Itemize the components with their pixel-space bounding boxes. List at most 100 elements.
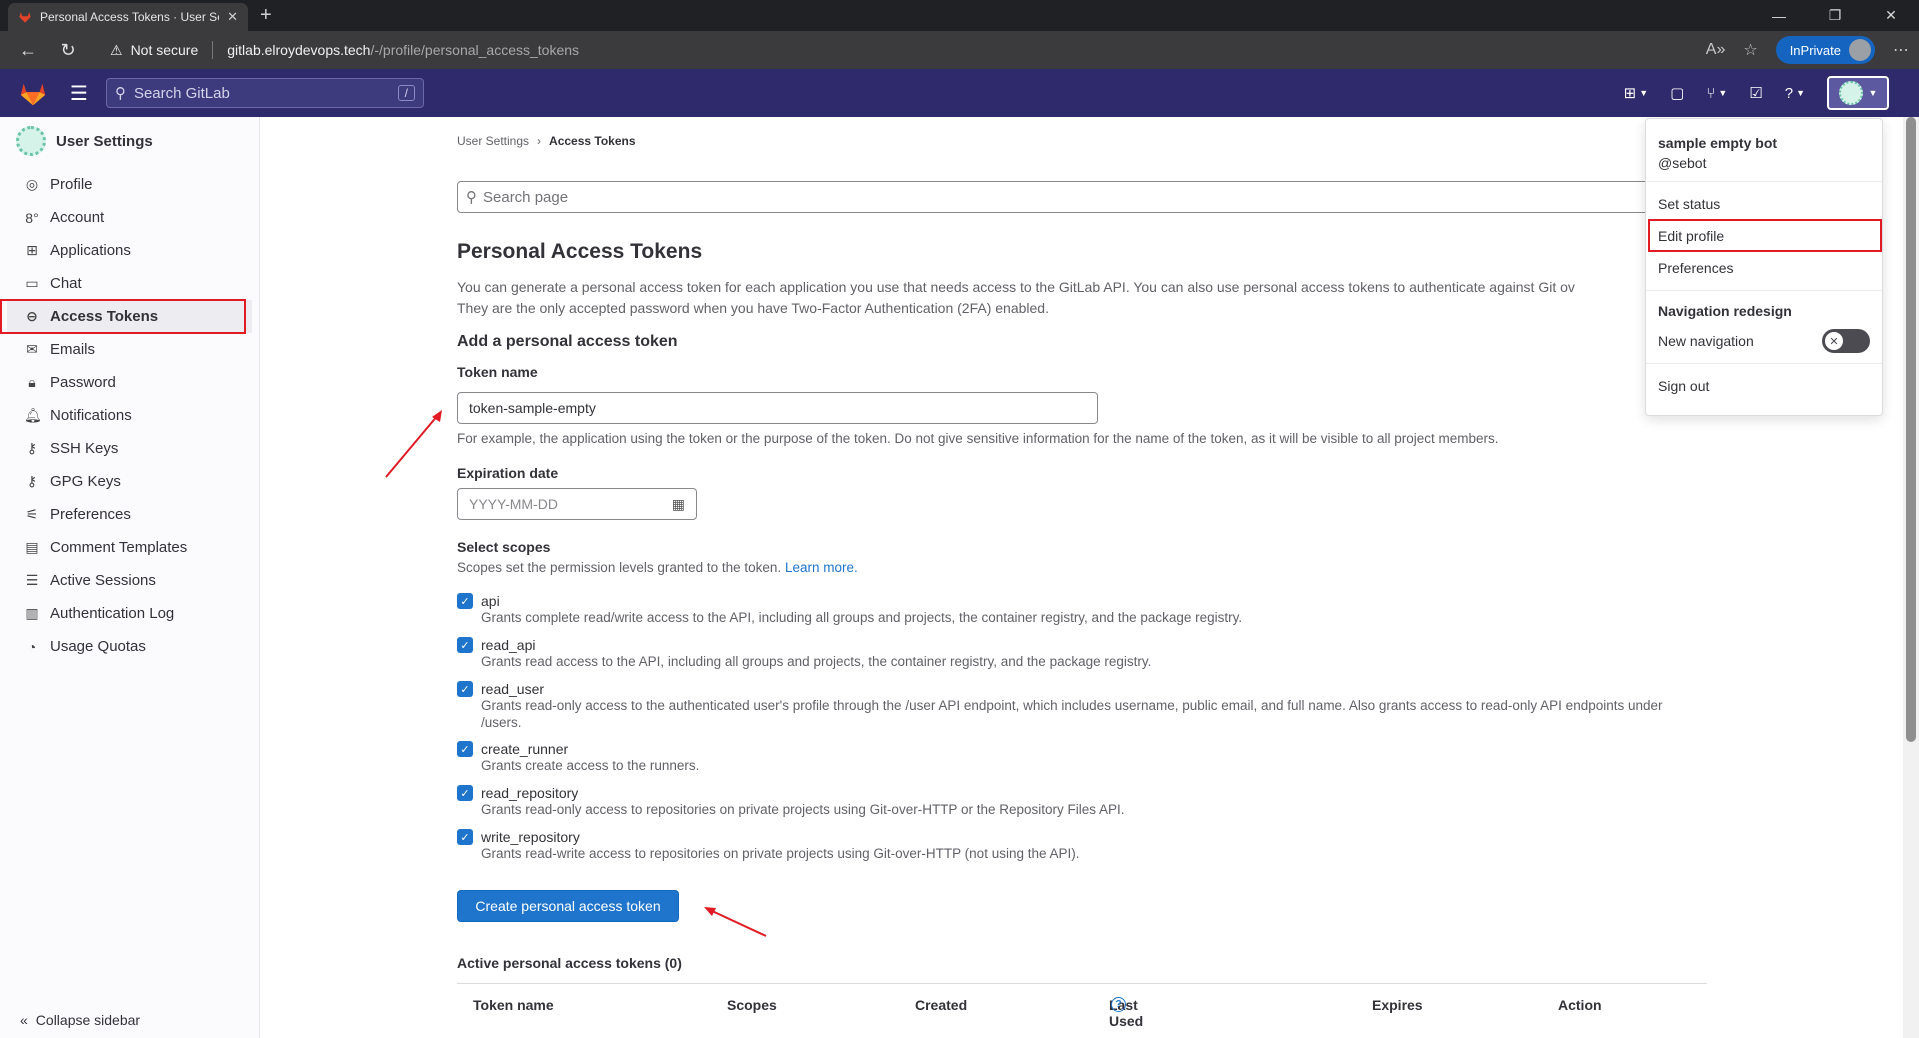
account-icon: 8°: [25, 209, 39, 226]
scopes-label: Select scopes: [457, 539, 551, 555]
sidebar-item-gpg-keys[interactable]: ⚷ GPG Keys: [0, 465, 259, 498]
breadcrumb: User Settings › Access Tokens: [457, 134, 636, 148]
add-token-heading: Add a personal access token: [457, 333, 678, 350]
checkbox-read-api[interactable]: ✓: [457, 637, 473, 653]
gitlab-search-input[interactable]: ⚲ Search GitLab /: [105, 78, 424, 108]
favorite-star-icon[interactable]: ☆: [1743, 40, 1757, 60]
scope-name: read_user: [481, 681, 545, 697]
scope-read-user: ✓ read_user Grants read-only access to th…: [457, 681, 1717, 731]
scope-api: ✓ api Grants complete read/write access t…: [457, 593, 1717, 626]
inprivate-button[interactable]: InPrivate: [1775, 36, 1875, 64]
collapse-sidebar-button[interactable]: « Collapse sidebar: [20, 1012, 140, 1028]
sidebar-item-active-sessions[interactable]: ☰ Active Sessions: [0, 564, 259, 597]
nav-redesign-heading: Navigation redesign: [1658, 303, 1792, 319]
sidebar-item-label: SSH Keys: [50, 440, 119, 457]
sidebar-item-profile[interactable]: ◎ Profile: [0, 168, 259, 201]
checkbox-write-repository[interactable]: ✓: [457, 829, 473, 845]
search-page-placeholder: Search page: [483, 188, 569, 206]
col-token-name[interactable]: Token name: [473, 997, 554, 1013]
key-icon: ⚷: [26, 440, 38, 456]
page-title: Personal Access Tokens: [457, 240, 703, 263]
checkbox-read-user[interactable]: ✓: [457, 681, 473, 697]
new-tab-icon[interactable]: +: [260, 4, 272, 27]
question-icon[interactable]: ?: [1111, 997, 1126, 1012]
sessions-icon: ☰: [25, 572, 39, 588]
page-scrollbar[interactable]: [1903, 117, 1919, 1038]
refresh-icon[interactable]: ↻: [48, 40, 88, 61]
more-icon[interactable]: ⋯: [1893, 40, 1909, 60]
token-name-value: token-sample-empty: [469, 400, 596, 416]
expiration-placeholder: YYYY-MM-DD: [469, 496, 558, 512]
edit-profile-item[interactable]: Edit profile: [1646, 219, 1882, 252]
gitlab-logo-icon[interactable]: [18, 78, 48, 108]
sidebar-item-preferences[interactable]: ⚟ Preferences: [0, 498, 259, 531]
sidebar-item-ssh-keys[interactable]: ⚷ SSH Keys: [0, 432, 259, 465]
scope-desc: Grants create access to the runners.: [481, 758, 700, 773]
inprivate-label: InPrivate: [1789, 42, 1841, 58]
token-name-input[interactable]: token-sample-empty: [457, 392, 1098, 424]
url-field[interactable]: ⚠ Not secure gitlab.elroydevops.tech/-/p…: [110, 41, 579, 59]
tab-close-icon[interactable]: ✕: [227, 9, 238, 25]
sidebar-item-label: Account: [50, 209, 105, 226]
learn-more-link[interactable]: Learn more.: [785, 560, 858, 575]
close-window-icon[interactable]: ✕: [1863, 0, 1919, 31]
col-created[interactable]: Created: [915, 997, 967, 1013]
sidebar-item-account[interactable]: 8° Account: [0, 201, 259, 234]
issues-icon[interactable]: ▢: [1670, 84, 1684, 102]
sidebar-item-chat[interactable]: ▭ Chat: [0, 267, 259, 300]
sidebar-item-authentication-log[interactable]: ▥ Authentication Log: [0, 597, 259, 630]
scope-desc: Grants read-write access to repositories…: [481, 846, 1080, 861]
sidebar-item-label: Chat: [50, 275, 82, 292]
set-status-item[interactable]: Set status: [1646, 188, 1882, 220]
new-navigation-toggle[interactable]: ✕: [1822, 329, 1870, 353]
help-icon[interactable]: ? ▼: [1785, 85, 1805, 102]
preferences-item[interactable]: Preferences: [1646, 252, 1882, 284]
col-expires[interactable]: Expires: [1372, 997, 1423, 1013]
breadcrumb-current[interactable]: Access Tokens: [549, 134, 636, 148]
checkbox-read-repository[interactable]: ✓: [457, 785, 473, 801]
expiration-label: Expiration date: [457, 465, 559, 481]
create-token-button[interactable]: Create personal access token: [457, 890, 679, 922]
search-page-input[interactable]: ⚲ Search page: [457, 181, 1657, 213]
new-navigation-row: New navigation ✕: [1646, 325, 1882, 357]
sidebar-header[interactable]: User Settings: [0, 117, 259, 165]
sidebar-item-emails[interactable]: ✉ Emails: [0, 333, 259, 366]
sidebar-item-access-tokens[interactable]: ⊖ Access Tokens: [0, 299, 252, 334]
sidebar-item-notifications[interactable]: 🔔︎ Notifications: [0, 399, 259, 432]
scrollbar-thumb[interactable]: [1906, 117, 1916, 742]
browser-tab[interactable]: Personal Access Tokens · User Se ✕: [8, 3, 248, 31]
sidebar-item-comment-templates[interactable]: ▤ Comment Templates: [0, 531, 259, 564]
breadcrumb-parent[interactable]: User Settings: [457, 134, 529, 148]
user-avatar-button[interactable]: ▼: [1827, 76, 1889, 110]
minimize-icon[interactable]: —: [1751, 0, 1807, 31]
token-name-help: For example, the application using the t…: [457, 431, 1499, 446]
todo-icon[interactable]: ☑: [1749, 84, 1762, 102]
checkbox-create-runner[interactable]: ✓: [457, 741, 473, 757]
sidebar-item-label: Emails: [50, 341, 96, 358]
sidebar-item-label: GPG Keys: [50, 473, 121, 490]
chevron-right-icon: ›: [537, 134, 542, 148]
merge-requests-icon[interactable]: ⑂ ▼: [1706, 85, 1727, 102]
calendar-icon[interactable]: ▦: [672, 496, 685, 513]
read-aloud-icon[interactable]: A»: [1706, 41, 1726, 59]
sidebar-item-applications[interactable]: ⊞ Applications: [0, 234, 259, 267]
sidebar-item-usage-quotas[interactable]: ◔ Usage Quotas: [0, 630, 259, 663]
lock-icon: 🔒︎: [28, 374, 36, 390]
chevron-double-left-icon: «: [20, 1012, 28, 1028]
preferences-icon: ⚟: [25, 506, 39, 522]
expiration-date-input[interactable]: YYYY-MM-DD ▦: [457, 488, 697, 520]
sign-out-item[interactable]: Sign out: [1646, 370, 1882, 402]
scope-name: read_repository: [481, 785, 579, 801]
token-name-label: Token name: [457, 364, 538, 380]
restore-icon[interactable]: ❐: [1807, 0, 1863, 31]
user-name: sample empty bot: [1658, 135, 1778, 151]
user-menu-header[interactable]: sample empty bot @sebot: [1646, 119, 1882, 182]
menu-icon[interactable]: ☰: [70, 81, 88, 106]
key-icon: ⚷: [26, 473, 38, 489]
sidebar-item-password[interactable]: 🔒︎ Password: [0, 366, 259, 399]
create-new-icon[interactable]: ⊞ ▼: [1624, 84, 1649, 102]
url-host: gitlab.elroydevops.tech: [227, 42, 371, 58]
sidebar-item-label: Notifications: [50, 407, 132, 424]
back-icon[interactable]: ←: [8, 40, 48, 61]
checkbox-api[interactable]: ✓: [457, 593, 473, 609]
